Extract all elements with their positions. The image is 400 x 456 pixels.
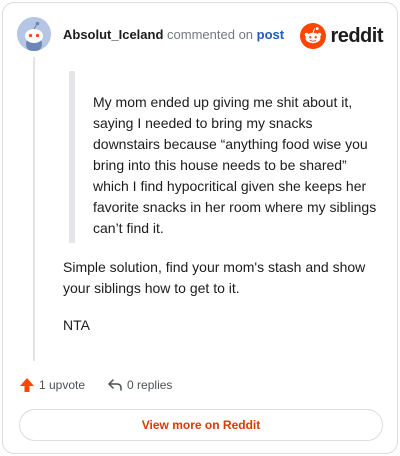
quoted-text: My mom ended up giving me shit about it,… bbox=[93, 94, 377, 236]
reddit-logo[interactable]: reddit bbox=[300, 23, 383, 49]
comment-header: Absolut_Iceland commented on post bbox=[63, 27, 284, 43]
quote-bar bbox=[69, 71, 75, 243]
action-text: commented on bbox=[167, 27, 254, 42]
comment-paragraph: Simple solution, find your mom's stash a… bbox=[63, 259, 366, 296]
replies-count: 0 replies bbox=[127, 378, 173, 392]
upvote-count: 1 upvote bbox=[39, 378, 86, 392]
reply-arrow-icon bbox=[108, 379, 122, 391]
replies-button[interactable]: 0 replies bbox=[107, 377, 172, 393]
comment-paragraph: NTA bbox=[63, 317, 90, 333]
post-link[interactable]: post bbox=[257, 27, 284, 42]
upvote-button[interactable]: 1 upvote bbox=[19, 377, 85, 393]
thread-line bbox=[33, 57, 35, 361]
username-link[interactable]: Absolut_Iceland bbox=[63, 27, 163, 42]
user-avatar[interactable] bbox=[17, 17, 51, 51]
reddit-wordmark: reddit bbox=[330, 24, 383, 47]
embed-card: Absolut_Iceland commented on post reddit… bbox=[2, 2, 398, 454]
comment-actions: 1 upvote 0 replies bbox=[19, 377, 172, 393]
snoo-avatar-icon bbox=[17, 17, 51, 51]
upvote-arrow-icon bbox=[20, 378, 34, 392]
view-more-button[interactable]: View more on Reddit bbox=[19, 409, 383, 441]
reddit-logo-icon bbox=[300, 23, 327, 49]
